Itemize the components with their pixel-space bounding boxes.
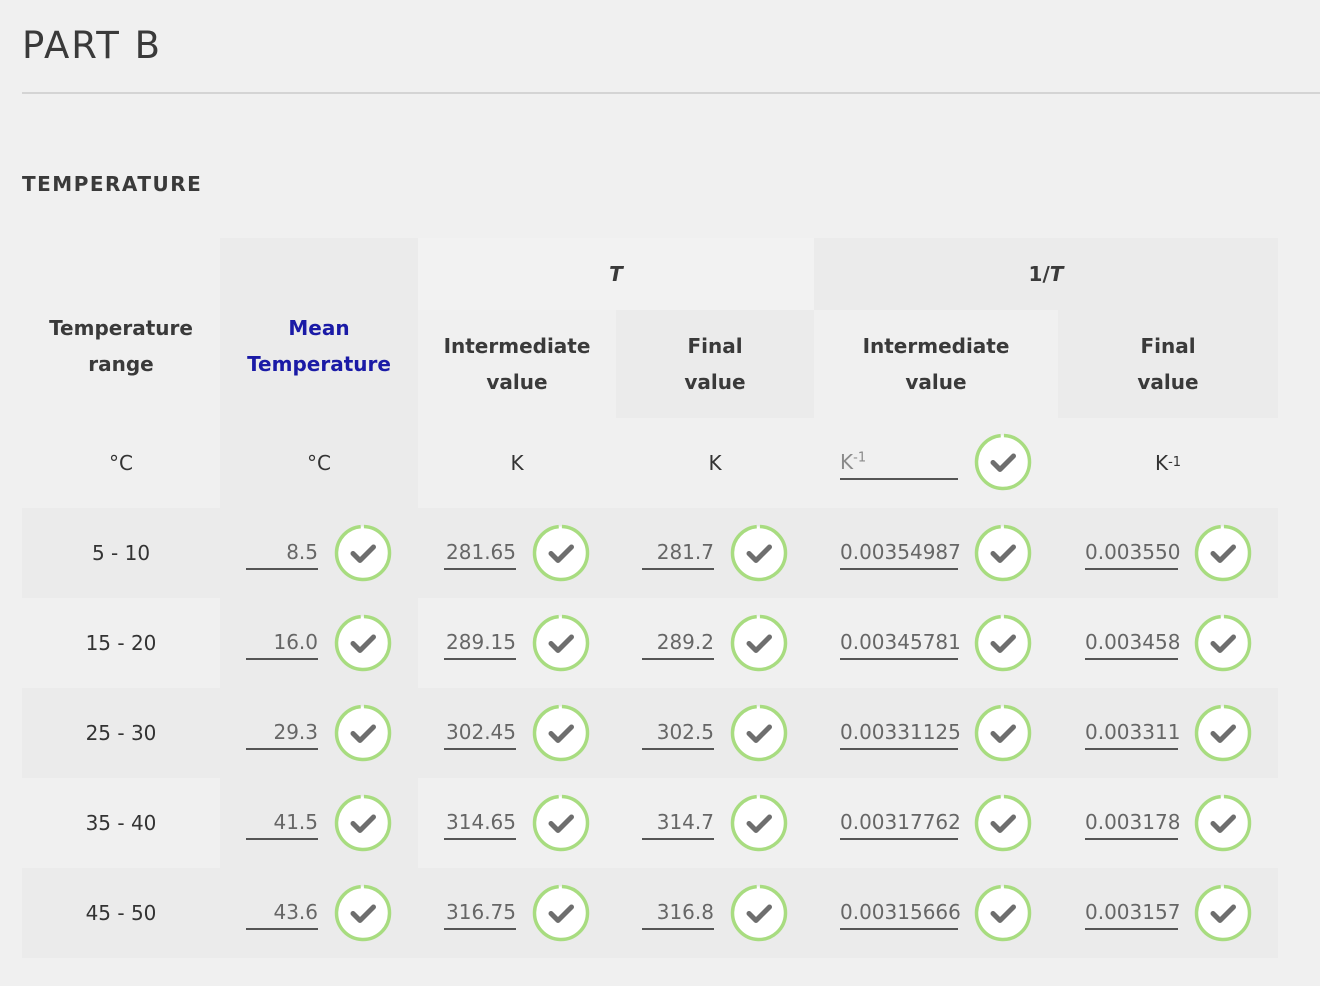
invt-prefix: 1/ xyxy=(1028,262,1050,286)
range-cell: 35 - 40 xyxy=(85,811,157,835)
check-circle-icon xyxy=(730,524,788,582)
header-t-intermediate: Intermediate value xyxy=(443,334,591,394)
header-invt-final: Final value xyxy=(1137,334,1199,394)
section-title: TEMPERATURE xyxy=(22,172,203,196)
check-circle-icon xyxy=(1194,704,1252,762)
check-circle-icon xyxy=(532,704,590,762)
range-cell: 5 - 10 xyxy=(91,541,151,565)
check-circle-icon xyxy=(1194,794,1252,852)
check-circle-icon xyxy=(334,524,392,582)
page-title: PART B xyxy=(22,24,163,67)
check-circle-icon xyxy=(974,884,1032,942)
check-circle-icon xyxy=(730,884,788,942)
check-circle-icon xyxy=(730,614,788,672)
check-circle-icon xyxy=(334,794,392,852)
invt-intermediate-input[interactable]: 0.00354987 xyxy=(840,534,961,570)
check-circle-icon xyxy=(974,433,1032,491)
t-final-input[interactable]: 281.7 xyxy=(642,534,714,570)
check-circle-icon xyxy=(532,614,590,672)
header-mean-temperature[interactable]: Mean Temperature xyxy=(220,274,418,418)
check-circle-icon xyxy=(974,614,1032,672)
invt-final-input[interactable]: 0.003550 xyxy=(1085,534,1180,570)
mean-temperature-input[interactable]: 41.5 xyxy=(246,804,318,840)
header-temperature-range: Temperature range xyxy=(49,316,193,376)
unit-t-intermediate: K xyxy=(510,451,524,475)
unit-invt-intermediate-input[interactable]: K-1 xyxy=(840,444,958,480)
t-final-input[interactable]: 289.2 xyxy=(642,624,714,660)
t-intermediate-input[interactable]: 289.15 xyxy=(444,624,516,660)
t-intermediate-input[interactable]: 281.65 xyxy=(444,534,516,570)
t-intermediate-input[interactable]: 314.65 xyxy=(444,804,516,840)
unit-base: K xyxy=(1154,451,1169,475)
check-circle-icon xyxy=(532,524,590,582)
check-circle-icon xyxy=(532,794,590,852)
range-cell: 25 - 30 xyxy=(85,721,157,745)
invt-intermediate-input[interactable]: 0.00315666 xyxy=(840,894,961,930)
invt-final-input[interactable]: 0.003458 xyxy=(1085,624,1180,660)
invt-variable: T xyxy=(1049,262,1064,286)
check-circle-icon xyxy=(1194,884,1252,942)
invt-final-input[interactable]: 0.003157 xyxy=(1085,894,1180,930)
mean-temperature-input[interactable]: 29.3 xyxy=(246,714,318,750)
header-invt-intermediate: Intermediate value xyxy=(862,334,1010,394)
invt-final-input[interactable]: 0.003311 xyxy=(1085,714,1180,750)
check-circle-icon xyxy=(334,614,392,672)
t-intermediate-input[interactable]: 302.45 xyxy=(444,714,516,750)
check-circle-icon xyxy=(1194,524,1252,582)
mean-temperature-input[interactable]: 16.0 xyxy=(246,624,318,660)
t-final-input[interactable]: 314.7 xyxy=(642,804,714,840)
mean-temperature-input[interactable]: 8.5 xyxy=(246,534,318,570)
check-circle-icon xyxy=(730,704,788,762)
range-cell: 45 - 50 xyxy=(85,901,157,925)
check-circle-icon xyxy=(334,704,392,762)
check-circle-icon xyxy=(334,884,392,942)
unit-range: °C xyxy=(109,451,133,475)
check-circle-icon xyxy=(1194,614,1252,672)
mean-temperature-input[interactable]: 43.6 xyxy=(246,894,318,930)
unit-base: K xyxy=(840,450,854,474)
t-final-input[interactable]: 302.5 xyxy=(642,714,714,750)
header-t-final: Final value xyxy=(684,334,746,394)
unit-exponent: -1 xyxy=(853,450,867,466)
invt-intermediate-input[interactable]: 0.00345781 xyxy=(840,624,961,660)
title-divider xyxy=(22,92,1320,94)
check-circle-icon xyxy=(730,794,788,852)
invt-final-input[interactable]: 0.003178 xyxy=(1085,804,1180,840)
check-circle-icon xyxy=(532,884,590,942)
unit-t-final: K xyxy=(708,451,722,475)
temperature-table: Temperature range Mean Temperature T 1/T… xyxy=(22,238,1278,958)
t-intermediate-input[interactable]: 316.75 xyxy=(444,894,516,930)
invt-intermediate-input[interactable]: 0.00331125 xyxy=(840,714,961,750)
header-t-group: T xyxy=(609,262,623,286)
range-cell: 15 - 20 xyxy=(85,631,157,655)
check-circle-icon xyxy=(974,704,1032,762)
unit-mean: °C xyxy=(307,451,331,475)
unit-invt-final: K -1 xyxy=(1058,418,1278,508)
check-circle-icon xyxy=(974,794,1032,852)
t-final-input[interactable]: 316.8 xyxy=(642,894,714,930)
check-circle-icon xyxy=(974,524,1032,582)
header-invt-group: 1/T xyxy=(814,238,1278,310)
invt-intermediate-input[interactable]: 0.00317762 xyxy=(840,804,961,840)
